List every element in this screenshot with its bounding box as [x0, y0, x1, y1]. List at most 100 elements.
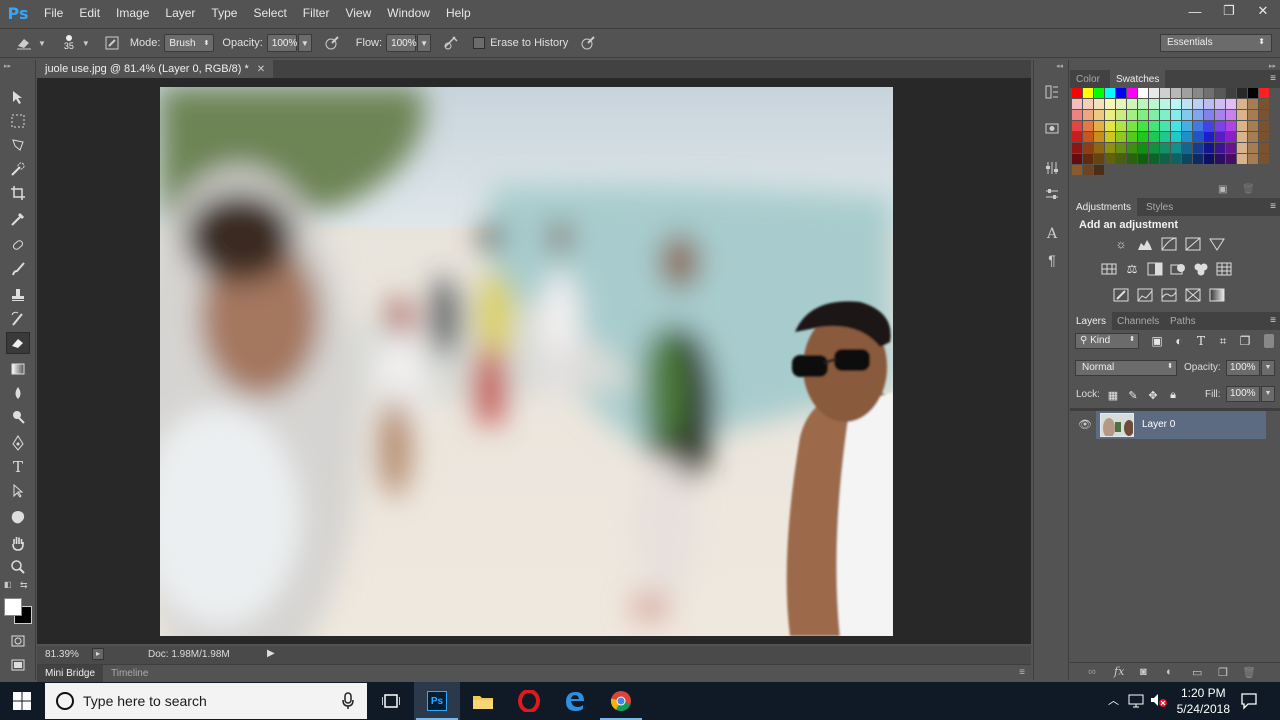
swatch[interactable] [1105, 132, 1115, 142]
chevron-down-icon[interactable]: ▼ [38, 39, 46, 48]
swatch[interactable] [1237, 88, 1247, 98]
swatch[interactable] [1215, 99, 1225, 109]
swatch[interactable] [1193, 99, 1203, 109]
fill-dropdown[interactable]: ▼ [1261, 386, 1275, 402]
swatch[interactable] [1226, 110, 1236, 120]
layer-row[interactable]: Layer 0 [1096, 411, 1266, 439]
tab-styles[interactable]: Styles [1140, 198, 1179, 216]
system-clock[interactable]: 1:20 PM 5/24/2018 [1177, 685, 1230, 717]
workspace-switcher[interactable]: Essentials ⬍ [1160, 34, 1272, 52]
vibrance-icon[interactable] [1208, 235, 1226, 253]
swatch[interactable] [1204, 132, 1214, 142]
type-tool-icon[interactable]: T [6, 456, 30, 478]
swatch[interactable] [1149, 88, 1159, 98]
swatch[interactable] [1138, 99, 1148, 109]
erase-to-history-checkbox[interactable] [473, 37, 486, 49]
swatch[interactable] [1248, 121, 1258, 131]
menu-layer[interactable]: Layer [157, 0, 203, 26]
swatch[interactable] [1149, 143, 1159, 153]
swatch[interactable] [1105, 154, 1115, 164]
menu-window[interactable]: Window [379, 0, 438, 26]
brush-presets-icon[interactable] [1042, 184, 1062, 204]
swatch[interactable] [1204, 143, 1214, 153]
delete-swatch-icon[interactable]: 🗑 [1242, 184, 1255, 195]
lock-image-icon[interactable]: ✎ [1124, 386, 1142, 404]
panel-menu-icon[interactable]: ≡ [1270, 315, 1276, 326]
swatch[interactable] [1072, 132, 1082, 142]
swatch[interactable] [1116, 121, 1126, 131]
character-icon[interactable]: A [1042, 224, 1062, 244]
notifications-icon[interactable] [1240, 692, 1258, 713]
swatch[interactable] [1127, 121, 1137, 131]
swatch[interactable] [1215, 154, 1225, 164]
swatch[interactable] [1127, 110, 1137, 120]
selective-color-icon[interactable] [1184, 286, 1202, 304]
tab-layers[interactable]: Layers [1070, 312, 1113, 330]
tab-timeline[interactable]: Timeline [103, 665, 156, 682]
swatch[interactable] [1259, 143, 1269, 153]
blend-mode-select[interactable]: Normal ⬍ [1075, 360, 1177, 376]
swatch[interactable] [1094, 143, 1104, 153]
photoshop-taskbar-icon[interactable]: Ps [414, 682, 460, 720]
gradient-tool-icon[interactable] [6, 358, 30, 380]
swatch[interactable] [1248, 143, 1258, 153]
history-icon[interactable] [1042, 82, 1062, 102]
paragraph-icon[interactable]: ¶ [1042, 250, 1062, 270]
swatch[interactable] [1259, 132, 1269, 142]
status-flyout-icon[interactable]: ▶ [267, 648, 275, 659]
swatch[interactable] [1116, 143, 1126, 153]
flow-dropdown[interactable]: ▼ [417, 34, 432, 52]
swatch[interactable] [1127, 132, 1137, 142]
swatch[interactable] [1226, 154, 1236, 164]
panel-menu-icon[interactable]: ≡ [1019, 667, 1025, 678]
swatch[interactable] [1171, 121, 1181, 131]
link-layers-icon[interactable]: ∞ [1088, 666, 1096, 678]
flow-input[interactable]: 100% [386, 34, 417, 52]
swatch[interactable] [1182, 121, 1192, 131]
swatch[interactable] [1127, 88, 1137, 98]
swatch[interactable] [1105, 143, 1115, 153]
swatch[interactable] [1072, 154, 1082, 164]
curves-icon[interactable] [1160, 235, 1178, 253]
swatch[interactable] [1149, 110, 1159, 120]
swatch[interactable] [1160, 88, 1170, 98]
swatch[interactable] [1072, 143, 1082, 153]
collapse-icon[interactable]: ▸▸ [4, 62, 11, 70]
fill-input[interactable]: 100% [1226, 386, 1260, 402]
tab-adjustments[interactable]: Adjustments [1070, 198, 1138, 216]
swatch[interactable] [1193, 132, 1203, 142]
swatch[interactable] [1182, 154, 1192, 164]
posterize-icon[interactable] [1136, 286, 1154, 304]
swatch[interactable] [1083, 143, 1093, 153]
actions-icon[interactable] [1042, 118, 1062, 138]
opacity-dropdown[interactable]: ▼ [297, 34, 312, 52]
swatch[interactable] [1215, 121, 1225, 131]
swatch[interactable] [1116, 110, 1126, 120]
new-group-icon[interactable]: ▭ [1192, 666, 1202, 679]
color-balance-icon[interactable]: ⚖ [1123, 260, 1141, 278]
swatch[interactable] [1160, 132, 1170, 142]
swatch[interactable] [1149, 121, 1159, 131]
swatch[interactable] [1193, 110, 1203, 120]
gradient-map-icon[interactable] [1208, 286, 1226, 304]
marquee-tool-icon[interactable] [6, 110, 30, 132]
chevron-down-icon[interactable]: ▼ [82, 39, 90, 48]
close-button[interactable]: ✕ [1246, 0, 1280, 22]
swatch[interactable] [1138, 132, 1148, 142]
eraser-tool-icon[interactable] [6, 332, 30, 354]
swatch[interactable] [1072, 88, 1082, 98]
edge-browser-icon[interactable] [552, 682, 598, 720]
swatch[interactable] [1204, 88, 1214, 98]
panel-menu-icon[interactable]: ≡ [1270, 201, 1276, 212]
swatch[interactable] [1171, 143, 1181, 153]
swatch[interactable] [1193, 121, 1203, 131]
swatch[interactable] [1083, 165, 1093, 175]
clone-stamp-tool-icon[interactable] [6, 284, 30, 306]
swatch[interactable] [1105, 121, 1115, 131]
new-swatch-icon[interactable]: ▣ [1218, 184, 1227, 195]
swatch[interactable] [1259, 121, 1269, 131]
black-white-icon[interactable] [1146, 260, 1164, 278]
swatch[interactable] [1127, 143, 1137, 153]
swatch[interactable] [1248, 99, 1258, 109]
mode-select[interactable]: Brush ⬍ [164, 34, 215, 52]
